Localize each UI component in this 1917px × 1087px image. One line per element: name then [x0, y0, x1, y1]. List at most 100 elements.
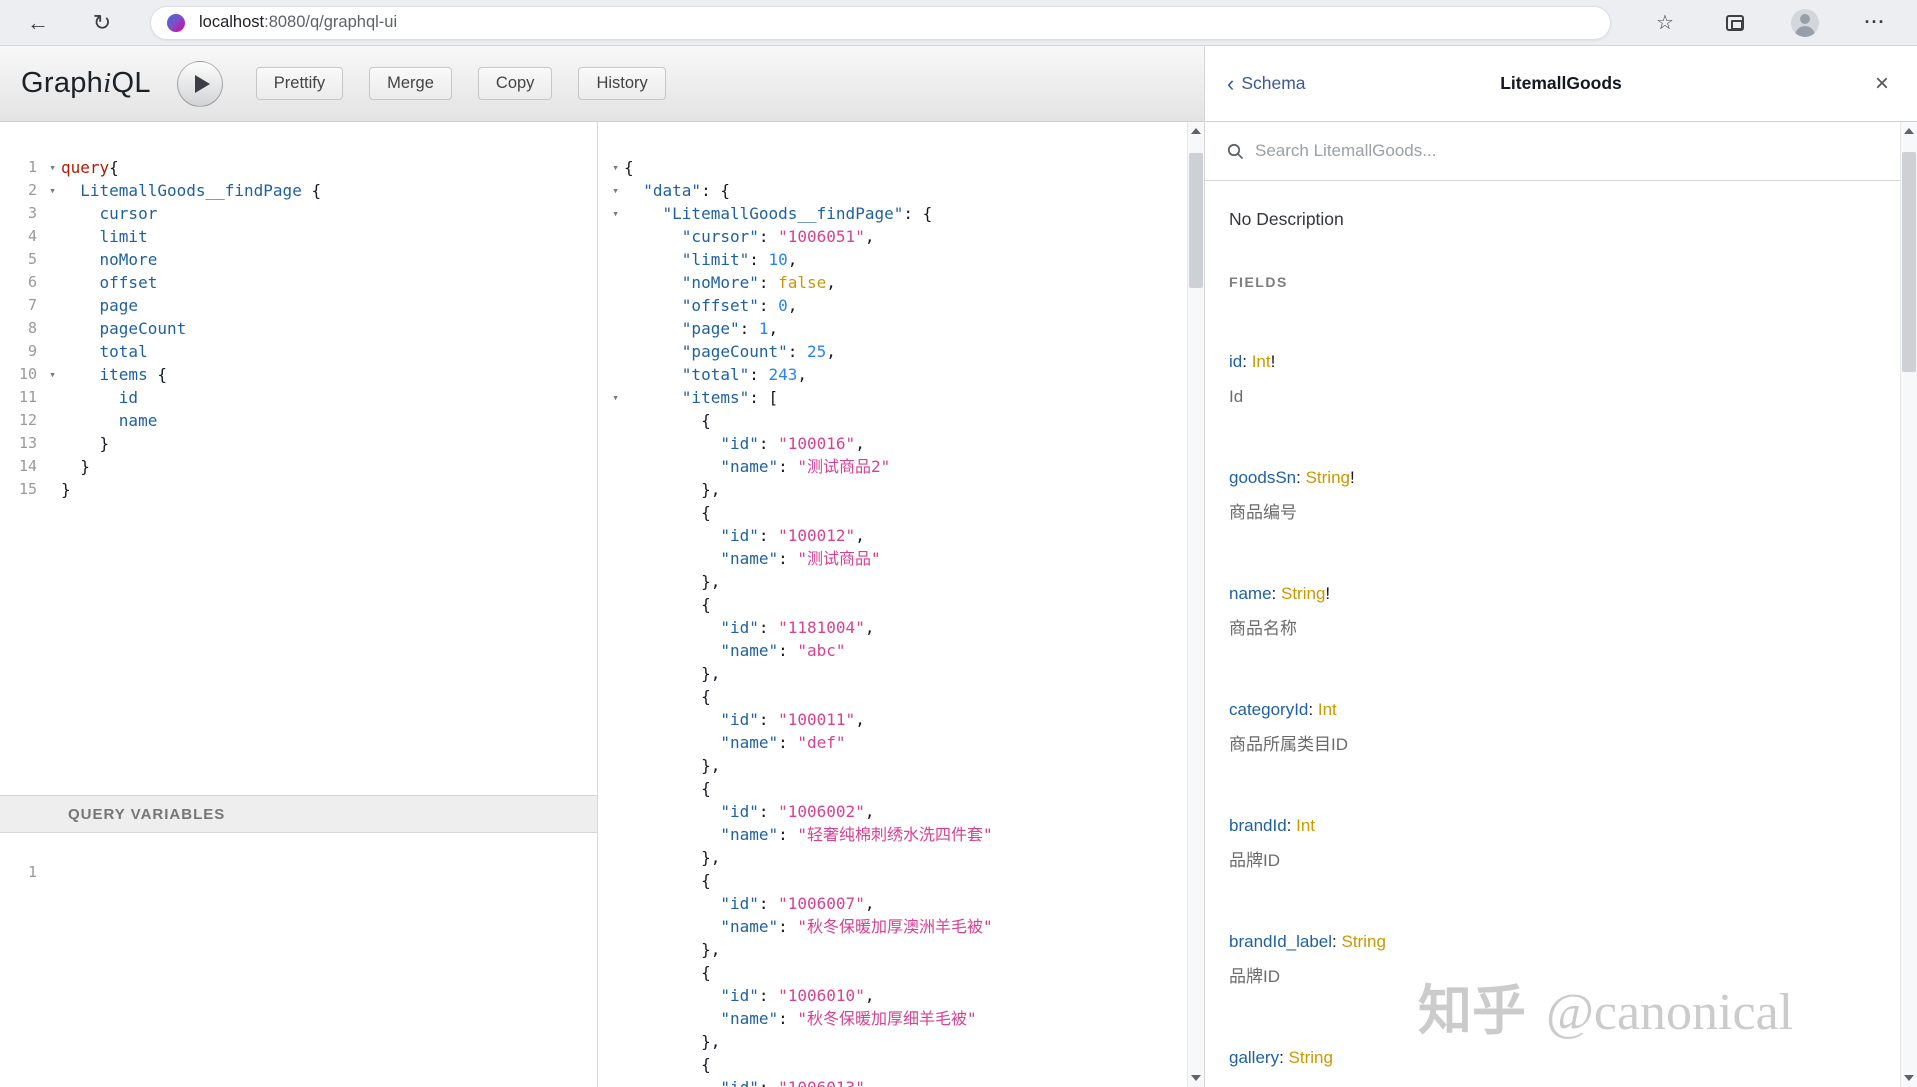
doc-field-name[interactable]: goodsSn	[1229, 468, 1296, 487]
doc-field-name[interactable]: name	[1229, 584, 1272, 603]
line-number: 9	[0, 340, 44, 363]
back-icon[interactable]: ←	[20, 5, 56, 41]
query-editor[interactable]: 1▾query{2▾ LitemallGoods__findPage {3 cu…	[0, 122, 597, 795]
fold-gutter	[607, 662, 624, 685]
code-line: {	[607, 777, 1204, 800]
result-scrollbar-thumb[interactable]	[1189, 153, 1203, 288]
code-line: 13 }	[0, 432, 597, 455]
scroll-up-icon[interactable]	[1901, 122, 1917, 140]
code-line: "cursor": "1006051",	[607, 225, 1204, 248]
code-text: "offset": 0,	[624, 294, 797, 317]
refresh-icon[interactable]: ↻	[84, 5, 120, 41]
code-line: "name": "秋冬保暖加厚澳洲羊毛被"	[607, 915, 1204, 938]
prettify-button[interactable]: Prettify	[256, 67, 343, 100]
fold-gutter	[607, 248, 624, 271]
execute-button[interactable]	[177, 61, 223, 107]
code-text: "name": "测试商品"	[624, 547, 881, 570]
query-editor-pane[interactable]: 1▾query{2▾ LitemallGoods__findPage {3 cu…	[0, 122, 598, 1087]
doc-back-link[interactable]: ‹ Schema	[1227, 73, 1306, 95]
doc-scrollbar-thumb[interactable]	[1902, 152, 1916, 372]
fold-gutter	[607, 892, 624, 915]
collections-icon[interactable]	[1713, 5, 1757, 41]
doc-field-colon: :	[1308, 700, 1317, 719]
fold-arrow-icon[interactable]: ▾	[607, 202, 624, 225]
code-line: "name": "abc"	[607, 639, 1204, 662]
code-line: ▾ "items": [	[607, 386, 1204, 409]
favorites-star-icon[interactable]: ☆	[1643, 5, 1687, 41]
doc-field-signature: gallery: String	[1229, 1047, 1893, 1068]
code-text: {	[624, 156, 634, 179]
fold-arrow-icon[interactable]: ▾	[607, 179, 624, 202]
doc-search-input[interactable]	[1255, 141, 1895, 161]
fold-gutter	[607, 478, 624, 501]
doc-field-name[interactable]: brandId	[1229, 816, 1287, 835]
fold-arrow-icon[interactable]: ▾	[44, 363, 61, 386]
fold-gutter	[607, 501, 624, 524]
fold-arrow-icon[interactable]: ▾	[44, 156, 61, 179]
query-variables-section: QUERY VARIABLES 1	[0, 795, 597, 1087]
doc-explorer-header: LitemallGoods ‹ Schema ×	[1205, 46, 1917, 122]
doc-field-signature: id: Int!	[1229, 351, 1893, 372]
doc-field-type[interactable]: String	[1281, 584, 1325, 603]
fold-arrow-icon[interactable]: ▾	[607, 156, 624, 179]
code-text: }	[61, 432, 109, 455]
doc-field-colon: :	[1287, 816, 1296, 835]
scroll-down-icon[interactable]	[1188, 1069, 1204, 1087]
doc-field-type[interactable]: String	[1289, 1048, 1333, 1067]
doc-close-button[interactable]: ×	[1875, 46, 1889, 122]
copy-button[interactable]: Copy	[478, 67, 553, 100]
fold-arrow-icon[interactable]: ▾	[44, 179, 61, 202]
profile-avatar[interactable]	[1783, 5, 1827, 41]
url-path: :8080/q/graphql-ui	[264, 13, 397, 31]
fold-gutter	[607, 1053, 624, 1076]
doc-field-signature: categoryId: Int	[1229, 699, 1893, 720]
avatar-icon	[1791, 9, 1819, 37]
code-line: 7 page	[0, 294, 597, 317]
editors-area: 1▾query{2▾ LitemallGoods__findPage {3 cu…	[0, 122, 1204, 1087]
scroll-down-icon[interactable]	[1901, 1069, 1917, 1087]
doc-field-name[interactable]: id	[1229, 352, 1242, 371]
doc-field-type[interactable]: Int	[1252, 352, 1271, 371]
url-bar[interactable]: localhost:8080/q/graphql-ui	[150, 6, 1611, 40]
doc-field-name[interactable]: categoryId	[1229, 700, 1308, 719]
doc-field-type[interactable]: Int	[1318, 700, 1337, 719]
variables-editor[interactable]: 1	[0, 833, 597, 884]
result-viewer: ▾{▾ "data": {▾ "LitemallGoods__findPage"…	[607, 156, 1204, 1087]
doc-field-description: 商品名称	[1229, 618, 1893, 639]
fold-gutter	[607, 984, 624, 1007]
doc-field-description: Id	[1229, 386, 1893, 407]
code-text: "id": "1181004",	[624, 616, 874, 639]
code-line: 9 total	[0, 340, 597, 363]
result-scrollbar[interactable]	[1187, 122, 1204, 1087]
doc-field-colon: :	[1242, 352, 1251, 371]
fold-gutter	[607, 593, 624, 616]
code-line: 12 name	[0, 409, 597, 432]
line-number: 11	[0, 386, 44, 409]
query-variables-title[interactable]: QUERY VARIABLES	[0, 795, 597, 833]
line-number: 4	[0, 225, 44, 248]
doc-field-name[interactable]: brandId_label	[1229, 932, 1332, 951]
doc-field-type[interactable]: String	[1341, 932, 1385, 951]
code-text: {	[624, 685, 711, 708]
line-number: 12	[0, 409, 44, 432]
doc-field-type[interactable]: Int	[1296, 816, 1315, 835]
code-text: {	[624, 777, 711, 800]
code-line: },	[607, 1030, 1204, 1053]
browser-menu-icon[interactable]: ···	[1853, 5, 1897, 41]
doc-scrollbar[interactable]	[1900, 122, 1917, 1087]
code-line: 2▾ LitemallGoods__findPage {	[0, 179, 597, 202]
line-number: 3	[0, 202, 44, 225]
fold-arrow-icon[interactable]: ▾	[607, 386, 624, 409]
code-text: "limit": 10,	[624, 248, 797, 271]
code-text: name	[61, 409, 157, 432]
code-text: "page": 1,	[624, 317, 778, 340]
merge-button[interactable]: Merge	[369, 67, 452, 100]
fold-gutter	[607, 639, 624, 662]
code-line: {	[607, 593, 1204, 616]
history-button[interactable]: History	[578, 67, 665, 100]
code-line: {	[607, 501, 1204, 524]
doc-field-type[interactable]: String	[1306, 468, 1350, 487]
code-text: },	[624, 846, 720, 869]
scroll-up-icon[interactable]	[1188, 122, 1204, 140]
doc-field-name[interactable]: gallery	[1229, 1048, 1279, 1067]
